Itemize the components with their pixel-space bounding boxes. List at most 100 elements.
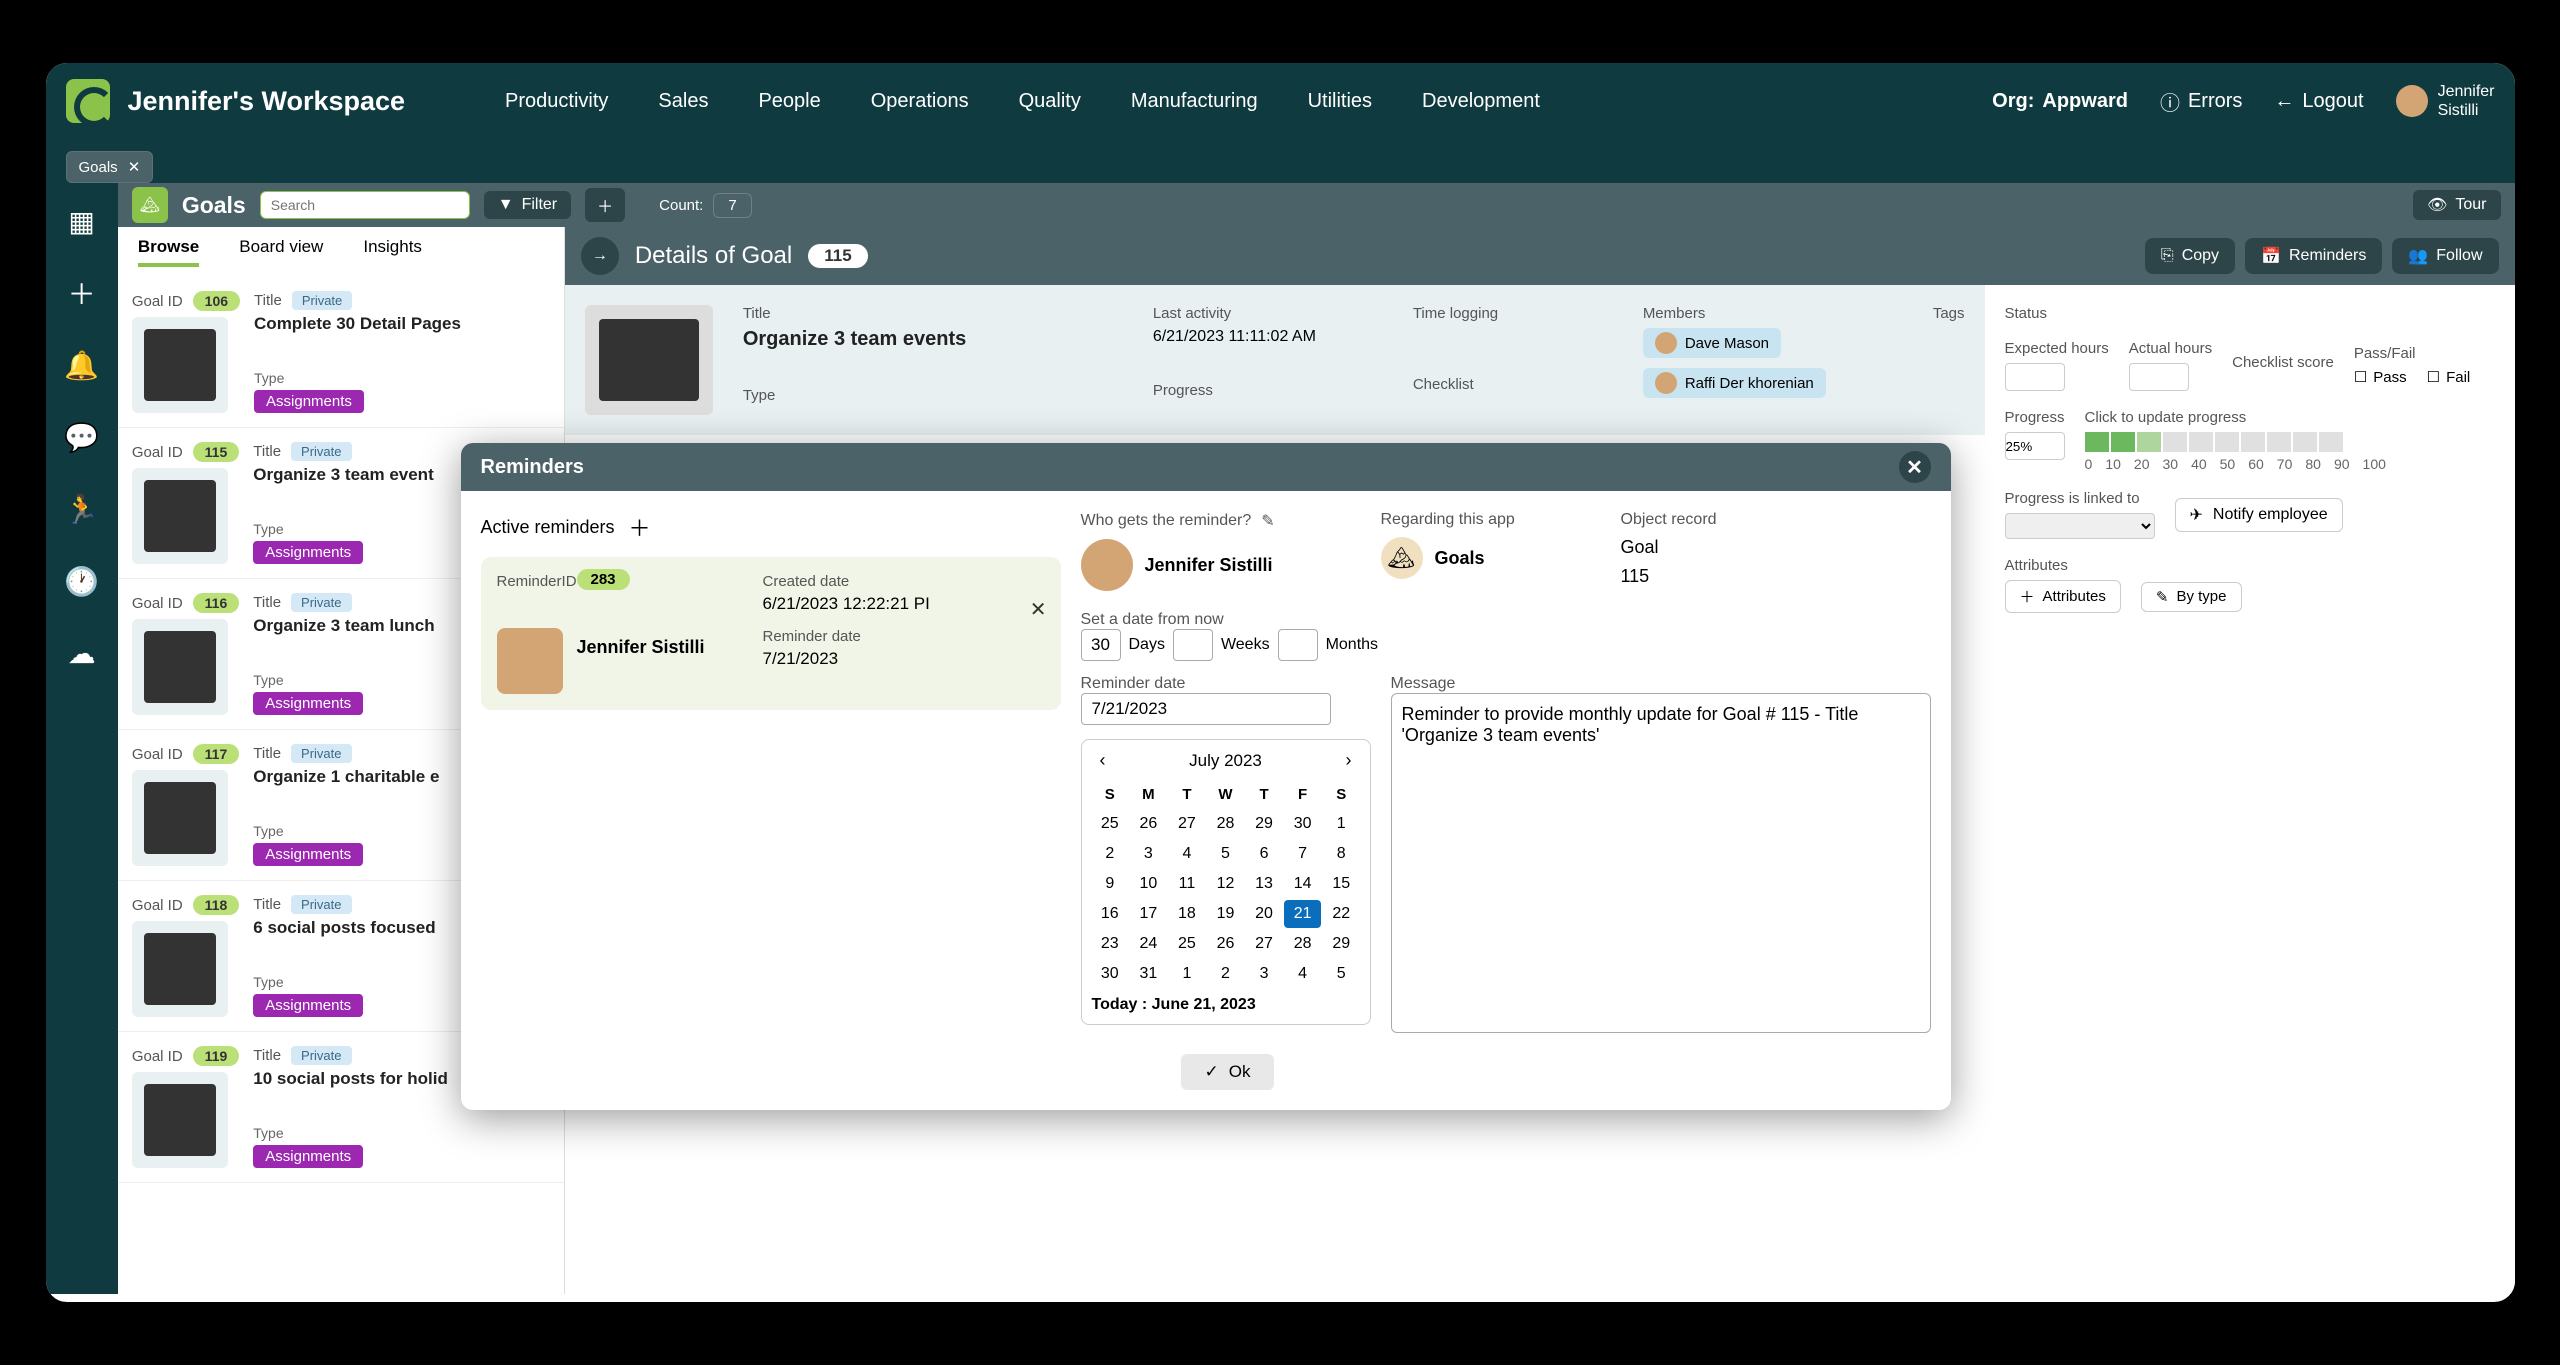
cal-day[interactable]: 17: [1130, 900, 1167, 928]
cal-day[interactable]: 11: [1169, 870, 1206, 898]
ok-button[interactable]: ✓Ok: [1181, 1054, 1275, 1090]
cal-day[interactable]: 4: [1284, 960, 1321, 988]
cal-day[interactable]: 30: [1284, 810, 1321, 838]
days-input[interactable]: [1081, 629, 1121, 661]
cal-day[interactable]: 9: [1092, 870, 1129, 898]
run-icon[interactable]: 🏃: [64, 491, 100, 527]
cal-day[interactable]: 10: [1130, 870, 1167, 898]
plus-icon[interactable]: ＋: [64, 275, 100, 311]
progress-input[interactable]: [2005, 432, 2065, 460]
cal-day[interactable]: 8: [1323, 840, 1360, 868]
cal-day[interactable]: 18: [1169, 900, 1206, 928]
cal-day[interactable]: 30: [1092, 960, 1129, 988]
pass-checkbox[interactable]: ☐ Pass: [2354, 368, 2407, 386]
errors-link[interactable]: Errors: [2188, 90, 2242, 113]
apps-grid-icon[interactable]: ▦: [64, 203, 100, 239]
prev-month-icon[interactable]: ‹: [1100, 750, 1106, 771]
cal-day[interactable]: 27: [1246, 930, 1283, 958]
weeks-input[interactable]: [1173, 629, 1213, 661]
nav-operations[interactable]: Operations: [871, 90, 969, 113]
cal-day[interactable]: 21: [1284, 900, 1321, 928]
expand-icon[interactable]: →: [581, 237, 619, 275]
cal-day[interactable]: 1: [1323, 810, 1360, 838]
notify-button[interactable]: ✈Notify employee: [2175, 498, 2343, 532]
reminder-date-input[interactable]: [1081, 693, 1331, 725]
cal-day[interactable]: 28: [1207, 810, 1244, 838]
nav-manufacturing[interactable]: Manufacturing: [1131, 90, 1258, 113]
nav-sales[interactable]: Sales: [658, 90, 708, 113]
cal-day[interactable]: 13: [1246, 870, 1283, 898]
logout-link[interactable]: Logout: [2302, 90, 2363, 113]
clock-icon[interactable]: 🕐: [64, 563, 100, 599]
copy-button[interactable]: ⎘Copy: [2145, 238, 2235, 274]
message-input[interactable]: [1391, 693, 1931, 1033]
cal-day[interactable]: 29: [1323, 930, 1360, 958]
progress-bar[interactable]: [2085, 432, 2386, 452]
cal-day[interactable]: 3: [1130, 840, 1167, 868]
close-icon[interactable]: ✕: [1899, 451, 1931, 483]
cal-day[interactable]: 26: [1130, 810, 1167, 838]
cal-day[interactable]: 22: [1323, 900, 1360, 928]
cal-day[interactable]: 5: [1207, 840, 1244, 868]
by-type-button[interactable]: ✎By type: [2141, 582, 2242, 612]
back-icon[interactable]: ←: [2274, 90, 2294, 113]
follow-button[interactable]: 👥Follow: [2392, 238, 2498, 274]
reminder-card[interactable]: ReminderID 283 Jennifer Sistilli Created…: [481, 557, 1061, 710]
act-hours-input[interactable]: [2129, 363, 2189, 391]
edit-icon[interactable]: ✎: [1261, 511, 1274, 531]
tab-browse[interactable]: Browse: [138, 237, 199, 267]
cal-day[interactable]: 26: [1207, 930, 1244, 958]
nav-productivity[interactable]: Productivity: [505, 90, 608, 113]
linked-select[interactable]: [2005, 513, 2155, 539]
nav-people[interactable]: People: [758, 90, 820, 113]
cal-day[interactable]: 14: [1284, 870, 1321, 898]
info-icon[interactable]: ⓘ: [2160, 87, 2180, 116]
cal-day[interactable]: 25: [1092, 810, 1129, 838]
cal-day[interactable]: 4: [1169, 840, 1206, 868]
member-chip[interactable]: Raffi Der khorenian: [1643, 368, 1826, 398]
months-input[interactable]: [1278, 629, 1318, 661]
next-month-icon[interactable]: ›: [1346, 750, 1352, 771]
close-icon[interactable]: ✕: [128, 158, 141, 176]
add-reminder-button[interactable]: ＋: [629, 511, 651, 543]
remove-reminder-icon[interactable]: ✕: [1030, 597, 1047, 622]
bell-icon[interactable]: 🔔: [64, 347, 100, 383]
cal-day[interactable]: 12: [1207, 870, 1244, 898]
cal-day[interactable]: 27: [1169, 810, 1206, 838]
tour-button[interactable]: 👁Tour: [2413, 190, 2500, 220]
cal-day[interactable]: 19: [1207, 900, 1244, 928]
cal-day[interactable]: 15: [1323, 870, 1360, 898]
cal-day[interactable]: 31: [1130, 960, 1167, 988]
tab-goals[interactable]: Goals ✕: [66, 151, 154, 183]
cal-day[interactable]: 1: [1169, 960, 1206, 988]
goal-card[interactable]: Goal ID106 TitlePrivate Complete 30 Deta…: [118, 277, 564, 428]
member-chip[interactable]: Dave Mason: [1643, 328, 1781, 358]
cal-day[interactable]: 25: [1169, 930, 1206, 958]
cal-day[interactable]: 24: [1130, 930, 1167, 958]
cal-day[interactable]: 5: [1323, 960, 1360, 988]
cal-day[interactable]: 28: [1284, 930, 1321, 958]
cal-day[interactable]: 3: [1246, 960, 1283, 988]
cal-day[interactable]: 16: [1092, 900, 1129, 928]
cloud-icon[interactable]: ☁: [64, 635, 100, 671]
exp-hours-input[interactable]: [2005, 363, 2065, 391]
search-input[interactable]: [260, 191, 470, 219]
filter-button[interactable]: ▼Filter: [484, 191, 571, 219]
fail-checkbox[interactable]: ☐ Fail: [2427, 368, 2471, 386]
nav-development[interactable]: Development: [1422, 90, 1540, 113]
nav-utilities[interactable]: Utilities: [1308, 90, 1372, 113]
reminders-button[interactable]: 📅Reminders: [2245, 238, 2382, 274]
add-attributes-button[interactable]: ＋Attributes: [2005, 580, 2121, 613]
nav-quality[interactable]: Quality: [1019, 90, 1081, 113]
cal-day[interactable]: 6: [1246, 840, 1283, 868]
cal-day[interactable]: 2: [1092, 840, 1129, 868]
tab-board[interactable]: Board view: [239, 237, 323, 267]
cal-day[interactable]: 20: [1246, 900, 1283, 928]
add-button[interactable]: ＋: [585, 188, 625, 222]
cal-day[interactable]: 23: [1092, 930, 1129, 958]
tab-insights[interactable]: Insights: [363, 237, 422, 267]
cal-day[interactable]: 7: [1284, 840, 1321, 868]
cal-day[interactable]: 29: [1246, 810, 1283, 838]
chat-icon[interactable]: 💬: [64, 419, 100, 455]
cal-day[interactable]: 2: [1207, 960, 1244, 988]
